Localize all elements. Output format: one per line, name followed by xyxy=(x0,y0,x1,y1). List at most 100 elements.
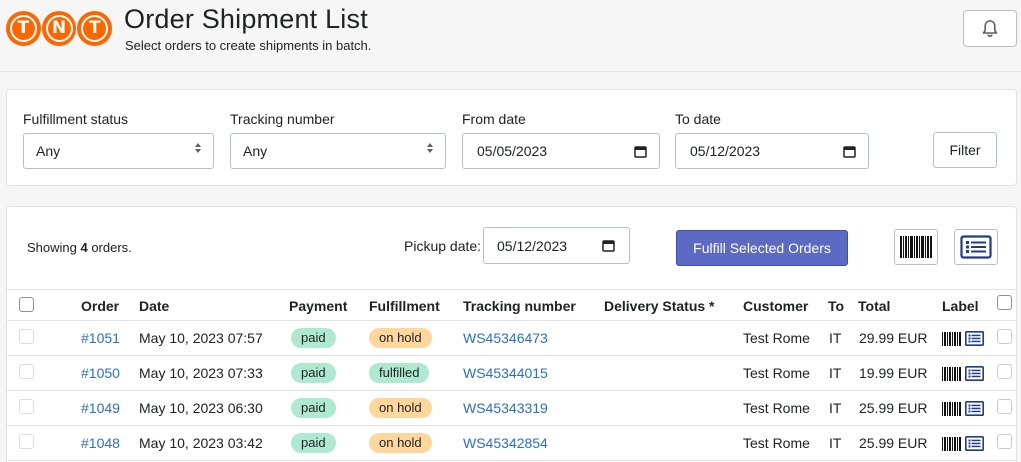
table-row: #1049 May 10, 2023 06:30 paid on hold WS… xyxy=(7,391,1016,426)
print-barcodes-button[interactable] xyxy=(894,229,938,265)
print-list-button[interactable] xyxy=(954,229,998,265)
customer-name: Test Rome xyxy=(743,330,810,346)
table-row: #1050 May 10, 2023 07:33 paid fulfilled … xyxy=(7,356,1016,391)
row-checkbox[interactable] xyxy=(19,434,34,449)
barcode-icon[interactable] xyxy=(942,401,962,416)
barcode-icon xyxy=(900,236,932,258)
customer-name: Test Rome xyxy=(743,365,810,381)
barcode-icon[interactable] xyxy=(942,436,962,451)
order-count: 4 xyxy=(80,240,88,255)
column-header[interactable]: Label xyxy=(942,298,979,314)
column-header[interactable]: Fulfillment xyxy=(369,298,440,314)
fulfillment-badge: on hold xyxy=(369,433,432,453)
customer-name: Test Rome xyxy=(743,400,810,416)
order-total: 29.99 EUR xyxy=(859,330,928,346)
pickup-date-value: 05/12/2023 xyxy=(497,237,568,254)
column-header[interactable]: Delivery Status * xyxy=(604,298,715,314)
list-icon[interactable] xyxy=(965,331,984,346)
order-link[interactable]: #1050 xyxy=(81,365,120,381)
label-checkbox[interactable] xyxy=(997,364,1012,379)
page-header: T N T Order Shipment List Select orders … xyxy=(0,0,1021,72)
pickup-date-input[interactable]: 05/12/2023 xyxy=(483,227,630,264)
fulfillment-badge: on hold xyxy=(369,328,432,348)
order-link[interactable]: #1051 xyxy=(81,330,120,346)
calendar-icon[interactable] xyxy=(634,145,647,158)
column-header[interactable]: Total xyxy=(858,298,890,314)
column-header[interactable]: Tracking number xyxy=(463,298,576,314)
destination-country: IT xyxy=(829,330,842,346)
fulfillment-badge: on hold xyxy=(369,398,432,418)
tracking-number-value: Any xyxy=(243,143,268,159)
list-icon[interactable] xyxy=(965,366,984,381)
label-checkbox[interactable] xyxy=(997,434,1012,449)
to-date-input[interactable]: 05/12/2023 xyxy=(675,133,869,169)
order-date: May 10, 2023 07:57 xyxy=(139,330,263,346)
label-actions xyxy=(942,331,984,346)
fulfillment-status-label: Fulfillment status xyxy=(23,111,129,127)
row-checkbox[interactable] xyxy=(19,399,34,414)
fulfillment-status-select[interactable]: Any xyxy=(23,133,214,169)
barcode-icon[interactable] xyxy=(942,331,962,346)
table-row: #1051 May 10, 2023 07:57 paid on hold WS… xyxy=(7,321,1016,356)
bell-icon xyxy=(982,20,998,38)
table-row: #1048 May 10, 2023 03:42 paid on hold WS… xyxy=(7,426,1016,461)
column-header[interactable]: To xyxy=(828,298,844,314)
logo-letter: T xyxy=(81,15,109,42)
fulfill-selected-orders-button[interactable]: Fulfill Selected Orders xyxy=(676,230,848,266)
fulfillment-status-value: Any xyxy=(36,143,61,159)
column-header[interactable]: Date xyxy=(139,298,169,314)
column-header[interactable]: Customer xyxy=(743,298,808,314)
orders-panel: Showing 4 orders. Pickup date: 05/12/202… xyxy=(6,206,1017,462)
tracking-link[interactable]: WS45342854 xyxy=(463,435,548,451)
destination-country: IT xyxy=(829,435,842,451)
select-all-labels-checkbox[interactable] xyxy=(997,295,1012,310)
order-total: 25.99 EUR xyxy=(859,400,928,416)
list-icon[interactable] xyxy=(965,436,984,451)
customer-name: Test Rome xyxy=(743,435,810,451)
to-date-value: 05/12/2023 xyxy=(690,143,761,159)
order-total: 19.99 EUR xyxy=(859,365,928,381)
tracking-number-label: Tracking number xyxy=(230,111,335,127)
fulfillment-badge: fulfilled xyxy=(369,363,430,383)
payment-badge: paid xyxy=(291,433,336,453)
page-title: Order Shipment List xyxy=(124,4,368,34)
notifications-button[interactable] xyxy=(963,10,1017,47)
row-checkbox[interactable] xyxy=(19,329,34,344)
tracking-link[interactable]: WS45344015 xyxy=(463,365,548,381)
from-date-input[interactable]: 05/05/2023 xyxy=(462,133,660,169)
order-date: May 10, 2023 03:42 xyxy=(139,435,263,451)
column-header[interactable]: Payment xyxy=(289,298,347,314)
payment-badge: paid xyxy=(291,328,336,348)
tracking-number-select[interactable]: Any xyxy=(230,133,446,169)
calendar-icon[interactable] xyxy=(843,145,856,158)
order-link[interactable]: #1048 xyxy=(81,435,120,451)
from-date-value: 05/05/2023 xyxy=(477,143,548,159)
label-checkbox[interactable] xyxy=(997,399,1012,414)
label-checkbox[interactable] xyxy=(997,329,1012,344)
list-icon[interactable] xyxy=(965,401,984,416)
label-actions xyxy=(942,401,984,416)
row-checkbox[interactable] xyxy=(19,364,34,379)
order-date: May 10, 2023 06:30 xyxy=(139,400,263,416)
pickup-date-label: Pickup date: xyxy=(404,238,482,254)
calendar-icon[interactable] xyxy=(602,239,615,252)
tracking-link[interactable]: WS45343319 xyxy=(463,400,548,416)
order-total: 25.99 EUR xyxy=(859,435,928,451)
column-header[interactable]: Order xyxy=(81,298,119,314)
select-all-checkbox[interactable] xyxy=(19,297,34,312)
payment-badge: paid xyxy=(291,363,336,383)
page-subtitle: Select orders to create shipments in bat… xyxy=(125,38,372,53)
list-icon xyxy=(960,235,992,259)
chevron-up-down-icon xyxy=(195,143,201,153)
destination-country: IT xyxy=(829,365,842,381)
destination-country: IT xyxy=(829,400,842,416)
filter-button[interactable]: Filter xyxy=(933,132,997,168)
label-actions xyxy=(942,436,984,451)
order-link[interactable]: #1049 xyxy=(81,400,120,416)
logo-letter: N xyxy=(45,15,73,42)
logo-letter: T xyxy=(9,15,37,42)
tracking-link[interactable]: WS45346473 xyxy=(463,330,548,346)
barcode-icon[interactable] xyxy=(942,366,962,381)
to-date-label: To date xyxy=(675,111,721,127)
filter-panel: Fulfillment status Any Tracking number A… xyxy=(6,89,1017,186)
